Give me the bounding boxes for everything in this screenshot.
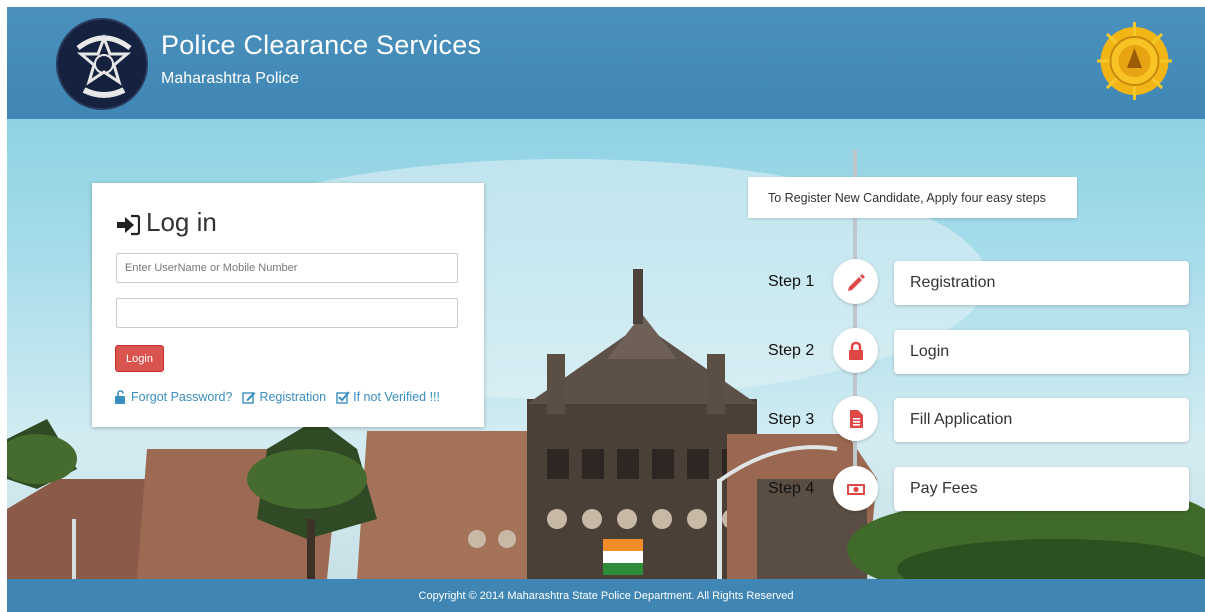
- steps-intro: To Register New Candidate, Apply four ea…: [748, 177, 1077, 218]
- step-3-circle: [833, 396, 878, 441]
- copyright-text: Copyright © 2014 Maharashtra State Polic…: [418, 589, 794, 602]
- step-4-label: Step 4: [768, 480, 815, 497]
- username-input[interactable]: [116, 253, 458, 283]
- step-2-label: Step 2: [768, 342, 815, 359]
- step-1-circle: [833, 259, 878, 304]
- registration-label: Registration: [259, 390, 327, 404]
- footer: Copyright © 2014 Maharashtra State Polic…: [7, 579, 1205, 612]
- password-input[interactable]: [116, 298, 458, 328]
- maharashtra-police-badge-icon: [56, 18, 148, 110]
- unlock-icon: [115, 390, 125, 404]
- login-heading: Log in: [116, 207, 217, 238]
- login-button[interactable]: Login: [115, 345, 164, 372]
- sign-in-icon: [116, 212, 141, 235]
- site-title: Police Clearance Services: [161, 30, 482, 60]
- edit-icon: [242, 392, 256, 404]
- not-verified-link[interactable]: If not Verified !!!: [336, 390, 440, 404]
- step-4-circle: [833, 466, 878, 511]
- check-square-icon: [336, 391, 350, 404]
- site-subtitle: Maharashtra Police: [161, 70, 299, 87]
- step-4-box: Pay Fees: [894, 467, 1189, 511]
- forgot-password-label: Forgot Password?: [131, 390, 233, 404]
- step-2-box: Login: [894, 330, 1189, 374]
- registration-link[interactable]: Registration: [242, 390, 326, 404]
- step-3-box: Fill Application: [894, 398, 1189, 442]
- forgot-password-link[interactable]: Forgot Password?: [114, 390, 232, 404]
- document-icon: [849, 409, 863, 428]
- site-header: Police Clearance Services Maharashtra Po…: [7, 7, 1205, 119]
- not-verified-label: If not Verified !!!: [353, 390, 440, 404]
- step-3-label: Step 3: [768, 411, 815, 428]
- top-border: [0, 0, 1205, 7]
- money-icon: [846, 483, 865, 495]
- maharashtra-govt-seal-icon: [1095, 20, 1174, 102]
- lock-icon: [848, 341, 863, 360]
- login-panel: Log in Login Forgot Password? Registrati…: [92, 183, 484, 427]
- step-1-box: Registration: [894, 261, 1189, 305]
- step-1-label: Step 1: [768, 273, 815, 290]
- login-links: Forgot Password? Registration If not Ver…: [114, 390, 440, 404]
- pencil-icon: [847, 273, 865, 291]
- step-2-circle: [833, 328, 878, 373]
- login-heading-text: Log in: [146, 207, 217, 237]
